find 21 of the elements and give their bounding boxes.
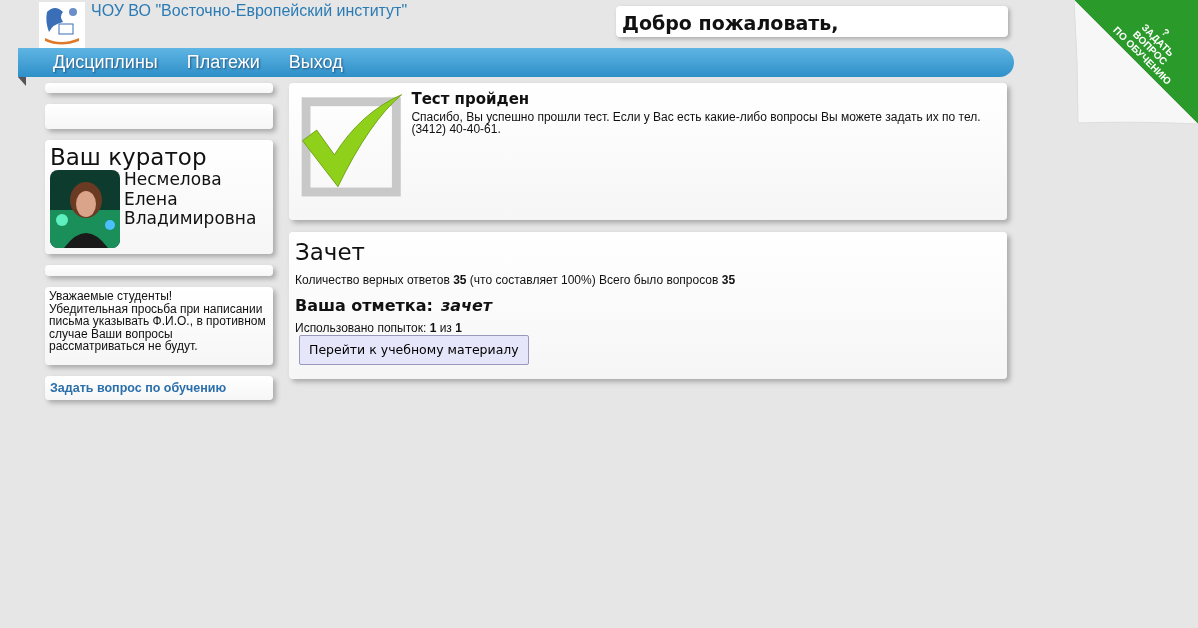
curator-name: Елена <box>124 189 179 209</box>
result-title: Тест пройден <box>411 89 531 110</box>
attempts-text: Использовано попыток: 1 из 1 <box>295 322 463 335</box>
curator-heading: Ваш куратор <box>50 144 208 170</box>
nav-link[interactable]: Выход <box>288 49 343 76</box>
mark-label: Ваша отметка: <box>295 295 433 317</box>
notice-text: Убедительная просьба при написании письма указывать Ф.И.О., в противном случае Ваши вопросы рассматриваться не будут. <box>49 302 267 353</box>
grade-title: Зачет <box>295 238 366 267</box>
nav-link[interactable]: Платежи <box>186 49 260 76</box>
ask-question-link[interactable]: Задать вопрос по обучению <box>45 375 273 401</box>
mark-value: зачет <box>440 295 493 317</box>
nav-link[interactable]: Дисциплины <box>53 49 158 76</box>
notice-text: Уважаемые студенты! <box>49 290 173 303</box>
logo <box>39 2 85 48</box>
site-title: ЧОУ ВО "Восточно-Европейский институт" <box>91 2 408 20</box>
result-message: Спасибо, Вы успешно прошли тест. Если у Вас есть какие-либо вопросы Вы можете задать их по тел. (3412) 40-40-61. <box>411 110 982 136</box>
curator-name: Несмелова <box>124 170 223 190</box>
study-material-button[interactable]: Перейти к учебному материалу <box>299 334 529 366</box>
answers-summary: Количество верных ответов 35 (что составляет 100%) Всего было вопросов 35 <box>295 273 737 286</box>
welcome-message: Добро пожаловать, <box>616 6 1008 37</box>
curator-name: Владимировна <box>124 209 257 229</box>
